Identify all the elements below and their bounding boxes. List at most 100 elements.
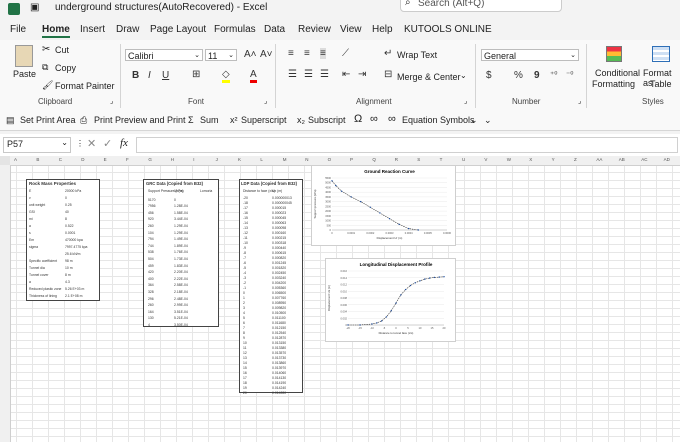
column-header-y[interactable]: Y bbox=[552, 157, 555, 162]
table-cell[interactable]: 6 bbox=[243, 321, 245, 325]
table-cell[interactable]: 1.28E-04 bbox=[174, 204, 188, 208]
table-cell[interactable]: -11 bbox=[243, 236, 248, 240]
font-launcher-icon[interactable]: ⌟ bbox=[264, 97, 267, 105]
column-header-c[interactable]: C bbox=[59, 157, 62, 162]
table-cell[interactable]: Tunnel dia bbox=[29, 266, 45, 270]
table-cell[interactable]: 2 bbox=[243, 301, 245, 305]
table-cell[interactable]: 19 bbox=[243, 386, 247, 390]
currency-icon[interactable]: $ bbox=[486, 70, 492, 81]
copy-button[interactable]: Copy bbox=[55, 63, 76, 73]
column-header-x[interactable]: X bbox=[529, 157, 532, 162]
table-cell[interactable]: -14 bbox=[243, 221, 248, 225]
table-cell[interactable]: mi bbox=[29, 217, 33, 221]
formula-input[interactable] bbox=[136, 137, 678, 153]
table-cell[interactable]: -6 bbox=[243, 261, 246, 265]
table-cell[interactable]: 0.005360 bbox=[272, 286, 286, 290]
table-cell[interactable]: 260 bbox=[148, 303, 154, 307]
tab-help[interactable]: Help bbox=[372, 24, 393, 35]
table-cell[interactable]: 0.009820 bbox=[272, 306, 286, 310]
table-cell[interactable]: 0.006500 bbox=[272, 291, 286, 295]
column-header-ab[interactable]: AB bbox=[619, 157, 625, 162]
table-cell[interactable]: 0.000820 bbox=[272, 256, 286, 260]
table-cell[interactable]: 0.000318 bbox=[272, 241, 286, 245]
table-cell[interactable]: -3 bbox=[243, 276, 246, 280]
table-cell[interactable]: 12 bbox=[243, 351, 247, 355]
superscript-button[interactable]: Superscript bbox=[241, 115, 287, 125]
table-cell[interactable]: v bbox=[29, 196, 31, 200]
tab-page-layout[interactable]: Page Layout bbox=[150, 24, 206, 35]
align-left-icon[interactable]: ☰ bbox=[288, 69, 297, 80]
number-launcher-icon[interactable]: ⌟ bbox=[578, 97, 581, 105]
column-header-d[interactable]: D bbox=[81, 157, 84, 162]
omega-icon[interactable]: Ω bbox=[354, 113, 362, 125]
table-cell[interactable]: 164 bbox=[148, 310, 154, 314]
select-all-corner[interactable] bbox=[0, 156, 10, 165]
increase-decimal-icon[interactable]: ⁺⁰ bbox=[550, 70, 557, 79]
table-cell[interactable]: 0 bbox=[174, 198, 176, 202]
table-cell[interactable]: -18 bbox=[243, 201, 248, 205]
chevron-down-icon[interactable]: ⌄ bbox=[460, 71, 467, 80]
table-cell[interactable]: 0.013380 bbox=[272, 346, 286, 350]
table-cell[interactable]: 8 bbox=[243, 331, 245, 335]
table-cell[interactable]: 538 bbox=[148, 250, 154, 254]
table-cell[interactable]: 920 bbox=[148, 217, 154, 221]
table-cell[interactable]: 104 bbox=[148, 231, 154, 235]
table-cell[interactable]: 7956 bbox=[148, 204, 156, 208]
table-cell[interactable]: -2 bbox=[243, 281, 246, 285]
table-cell[interactable]: 0.013570 bbox=[272, 351, 286, 355]
table-cell[interactable]: 0.012150 bbox=[272, 326, 286, 330]
column-header-t[interactable]: T bbox=[440, 157, 443, 162]
tab-kutools-online[interactable]: KUTOOLS ONLINE bbox=[404, 24, 492, 35]
table-cell[interactable]: 2.1 E+08 m bbox=[65, 294, 82, 298]
column-header-l[interactable]: L bbox=[260, 157, 263, 162]
tab-review[interactable]: Review bbox=[298, 24, 331, 35]
table-cell[interactable]: 3 bbox=[243, 306, 245, 310]
alignment-launcher-icon[interactable]: ⌟ bbox=[464, 97, 467, 105]
column-header-a[interactable]: A bbox=[14, 157, 17, 162]
column-header-k[interactable]: K bbox=[238, 157, 241, 162]
fill-color-icon[interactable]: ◇ bbox=[222, 69, 230, 83]
table-cell[interactable]: 0.000063 bbox=[272, 221, 286, 225]
table-cell[interactable]: 0.000015 bbox=[272, 206, 286, 210]
table-cell[interactable]: 456 bbox=[148, 211, 154, 215]
column-header-ac[interactable]: AC bbox=[641, 157, 647, 162]
table-cell[interactable]: 13 bbox=[243, 356, 247, 360]
table-cell[interactable]: 1.73E-04 bbox=[174, 257, 188, 261]
wrap-text-icon[interactable]: ↵ bbox=[384, 48, 392, 59]
table-cell[interactable]: 0.0001 bbox=[65, 231, 75, 235]
table-cell[interactable]: 744 bbox=[148, 244, 154, 248]
column-header-aa[interactable]: AA bbox=[596, 157, 602, 162]
table-cell[interactable]: 0.007760 bbox=[272, 296, 286, 300]
column-header-h[interactable]: H bbox=[171, 157, 174, 162]
table-cell[interactable]: 20000 kPa bbox=[65, 189, 81, 193]
tab-draw[interactable]: Draw bbox=[116, 24, 139, 35]
table-cell[interactable]: 0.25 bbox=[65, 203, 72, 207]
table-cell[interactable]: 0.014190 bbox=[272, 381, 286, 385]
table-cell[interactable]: 98 m bbox=[65, 259, 73, 263]
conditional-formatting-button[interactable]: Conditional bbox=[595, 68, 640, 78]
table-cell[interactable]: -20 bbox=[243, 196, 248, 200]
table-cell[interactable]: 0 bbox=[65, 196, 67, 200]
column-header-w[interactable]: W bbox=[507, 157, 511, 162]
table-cell[interactable]: 794 bbox=[148, 237, 154, 241]
insert-function-icon[interactable]: fx bbox=[120, 137, 128, 149]
table-cell[interactable]: Specific coefficient bbox=[29, 259, 57, 263]
table-cell[interactable]: 459 bbox=[148, 264, 154, 268]
table-cell[interactable]: 5.26 E+03 m bbox=[65, 287, 84, 291]
font-color-icon[interactable]: A bbox=[250, 69, 257, 83]
table-cell[interactable]: 5.21E-04 bbox=[174, 316, 188, 320]
table-cell[interactable]: 0.013970 bbox=[272, 366, 286, 370]
table-cell[interactable]: 17 bbox=[243, 376, 247, 380]
column-header-e[interactable]: E bbox=[104, 157, 107, 162]
save-icon[interactable]: ▣ bbox=[30, 2, 39, 13]
table-cell[interactable]: 0.014130 bbox=[272, 376, 286, 380]
table-cell[interactable]: 0.001245 bbox=[272, 261, 286, 265]
table-cell[interactable]: 0.012870 bbox=[272, 336, 286, 340]
table-cell[interactable]: 420 bbox=[148, 270, 154, 274]
table-cell[interactable]: 4 bbox=[243, 311, 245, 315]
table-cell[interactable]: -15 bbox=[243, 216, 248, 220]
table-cell[interactable]: 0.014240 bbox=[272, 386, 286, 390]
tab-file[interactable]: File bbox=[10, 24, 26, 35]
sum-button[interactable]: Sum bbox=[200, 115, 219, 125]
table-cell[interactable]: 0.000000013 bbox=[272, 196, 292, 200]
